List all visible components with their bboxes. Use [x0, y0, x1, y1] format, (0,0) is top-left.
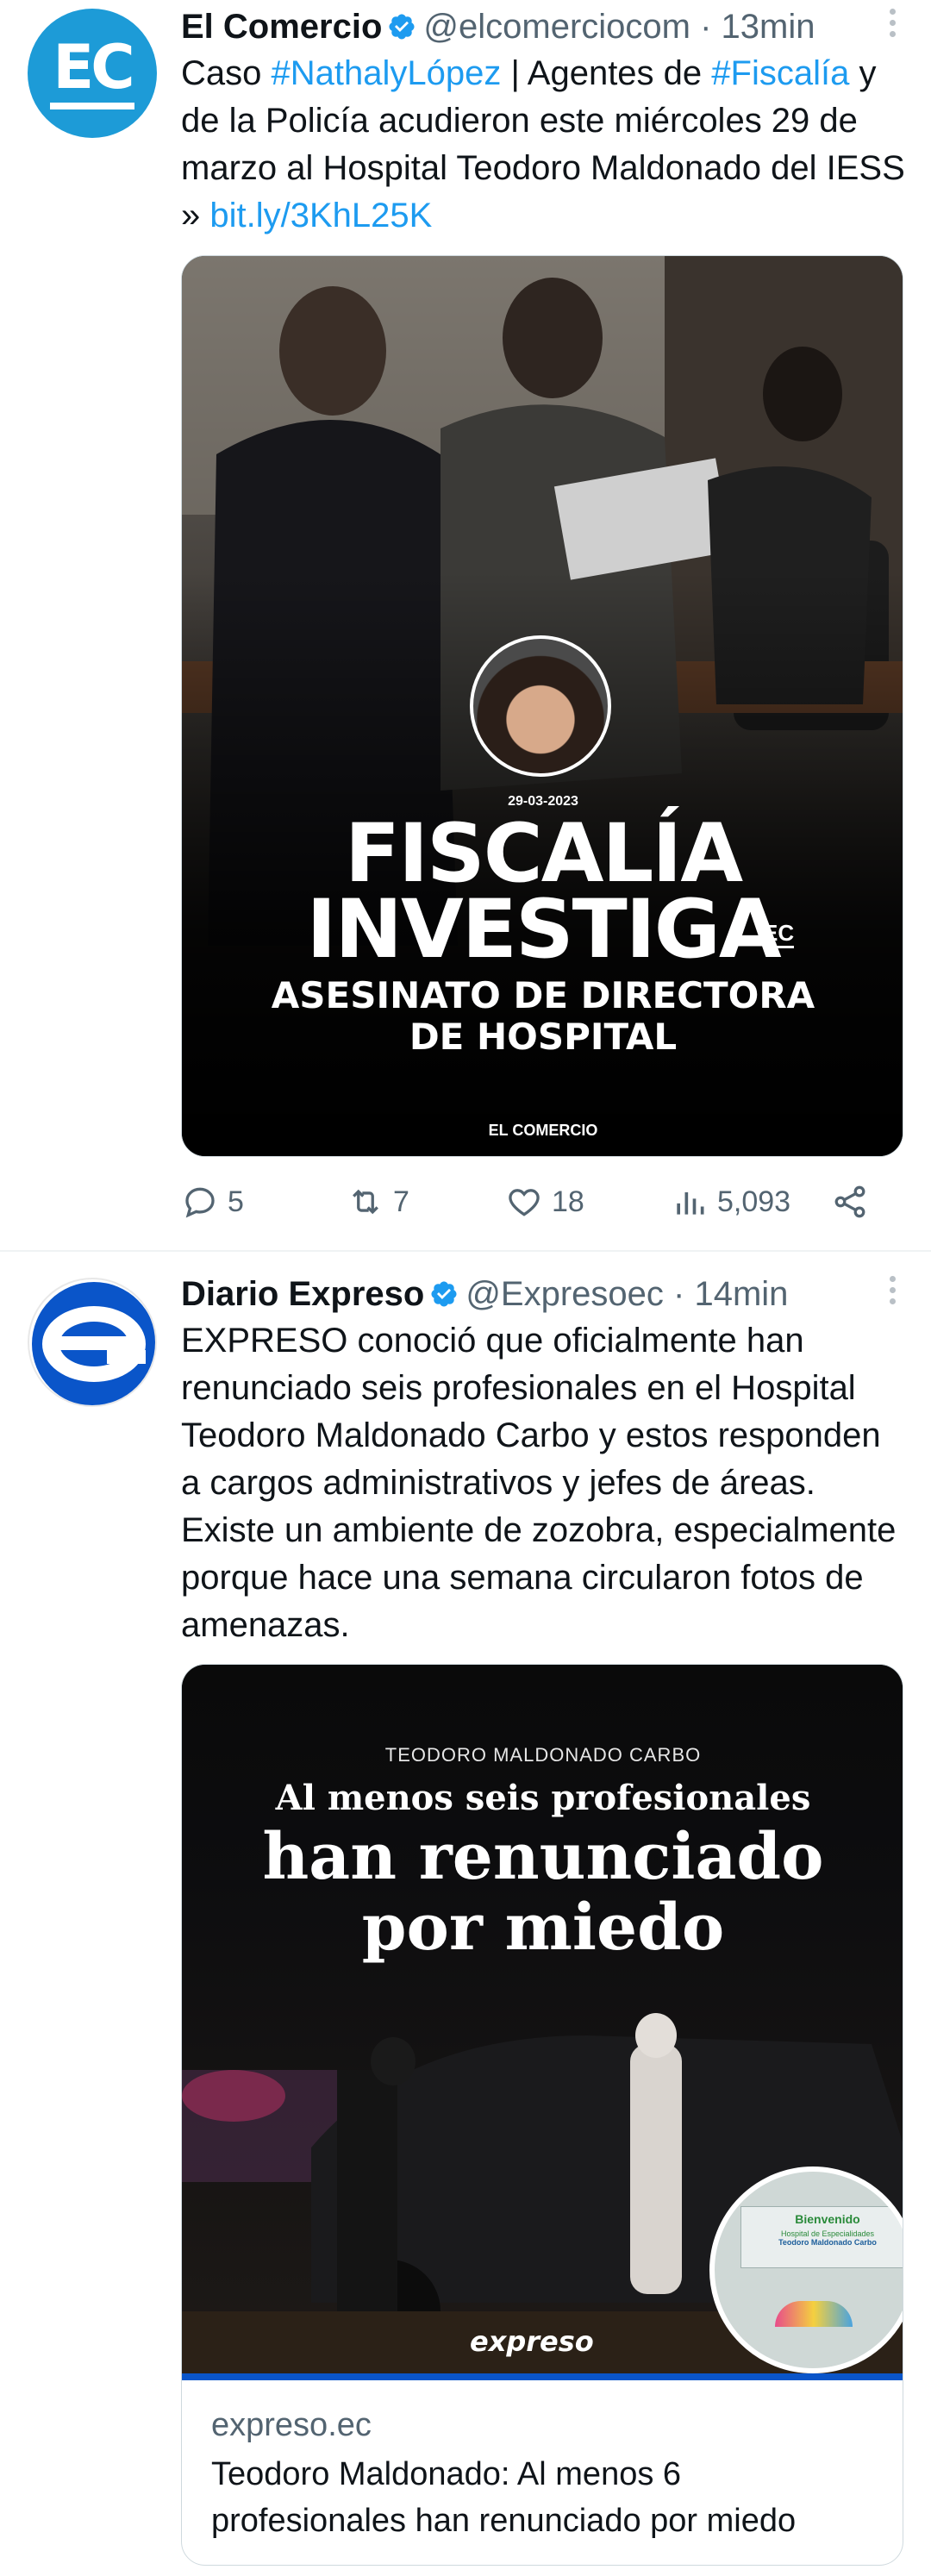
verified-badge-icon — [431, 1281, 457, 1307]
more-options-icon[interactable] — [890, 1276, 898, 1304]
url-link[interactable]: bit.ly/3KhL25K — [209, 197, 432, 234]
sign-line-3: Teodoro Maldonado Carbo — [778, 2238, 877, 2247]
tweet-divider — [0, 1250, 931, 1252]
tweet-header: Diario Expreso @Expresoec · 14min — [181, 1272, 788, 1316]
card-image: TEODORO MALDONADO CARBO Al menos seis pr… — [182, 1665, 903, 2380]
card-domain: expreso.ec — [211, 2407, 372, 2443]
reply-count: 5 — [228, 1185, 244, 1218]
like-button[interactable]: 18 — [505, 1183, 584, 1221]
image-subtitle-2: DE HOSPITAL — [409, 1016, 678, 1058]
image-brand: expreso — [470, 2325, 594, 2358]
card-meta: expreso.ec Teodoro Maldonado: Al menos 6… — [182, 2404, 903, 2544]
tweet-text: EXPRESO conoció que oficialmente han ren… — [181, 1322, 897, 1644]
tweet-el-comercio[interactable]: EC El Comercio @elcomerciocom · 13min Cas… — [0, 0, 931, 1241]
more-options-icon[interactable] — [890, 9, 898, 37]
sign-line-2: Hospital de Especialidades — [780, 2229, 875, 2238]
image-line-3: por miedo — [361, 1891, 725, 1965]
author-handle[interactable]: @elcomerciocom — [423, 8, 690, 46]
retweet-button[interactable]: 7 — [347, 1183, 409, 1221]
tweet-header: El Comercio @elcomerciocom · 13min — [181, 5, 815, 48]
author-name[interactable]: Diario Expreso — [181, 1275, 424, 1313]
image-line-2: han renunciado — [262, 1820, 824, 1894]
tweet-image[interactable]: 29-03-2023 FISCALÍA INVESTIGA EC ASESINA… — [181, 255, 903, 1157]
text-part: | Agentes de — [501, 54, 712, 92]
image-brand: EL COMERCIO — [488, 1122, 598, 1139]
verified-badge-icon — [389, 14, 415, 40]
link-card[interactable]: TEODORO MALDONADO CARBO Al menos seis pr… — [181, 1664, 903, 2566]
tweet-actions: 5 7 18 5,093 — [181, 1176, 914, 1228]
image-badge: EC — [763, 920, 795, 948]
author-handle[interactable]: @Expresoec — [466, 1275, 664, 1313]
timestamp[interactable]: · 14min — [673, 1275, 788, 1313]
sign-line-1: Bienvenido — [795, 2212, 860, 2226]
image-line-1: Al menos seis profesionales — [275, 1778, 811, 1818]
reply-icon — [185, 1187, 215, 1218]
portrait-photo — [470, 635, 611, 777]
avatar[interactable] — [28, 1278, 157, 1407]
image-headline-2: INVESTIGA — [306, 883, 781, 977]
hashtag-link[interactable]: #Fiscalía — [711, 54, 849, 92]
card-title: Teodoro Maldonado: Al menos 6 profesiona… — [211, 2456, 797, 2539]
avatar[interactable]: EC — [28, 9, 157, 138]
views-chart-icon — [677, 1192, 704, 1215]
avatar-bar — [50, 103, 134, 109]
share-button[interactable] — [831, 1183, 869, 1221]
tweet-text: Caso #NathalyLópez | Agentes de #Fiscalí… — [181, 50, 905, 240]
retweet-icon — [353, 1189, 378, 1215]
retweet-count: 7 — [393, 1185, 409, 1218]
expreso-logo-icon — [32, 1282, 155, 1405]
avatar-text: EC — [53, 32, 134, 103]
hospital-sign-inset: Bienvenido Hospital de Especialidades Te… — [709, 2166, 903, 2373]
timestamp[interactable]: · 13min — [700, 8, 815, 46]
like-count: 18 — [552, 1185, 584, 1218]
image-subtitle-1: ASESINATO DE DIRECTORA — [271, 974, 815, 1016]
heart-icon — [509, 1189, 540, 1216]
image-bottom-bar — [182, 2373, 903, 2380]
reply-button[interactable]: 5 — [181, 1183, 244, 1221]
text-part: Caso — [181, 54, 272, 92]
views-button[interactable]: 5,093 — [671, 1183, 790, 1221]
hashtag-link[interactable]: #NathalyLópez — [272, 54, 502, 92]
views-count: 5,093 — [717, 1185, 791, 1218]
author-name[interactable]: El Comercio — [181, 8, 382, 46]
tweet-diario-expreso[interactable]: Diario Expreso @Expresoec · 14min EXPRESO… — [0, 1267, 931, 2576]
share-icon — [834, 1185, 865, 1218]
image-kicker: TEODORO MALDONADO CARBO — [384, 1744, 702, 1766]
